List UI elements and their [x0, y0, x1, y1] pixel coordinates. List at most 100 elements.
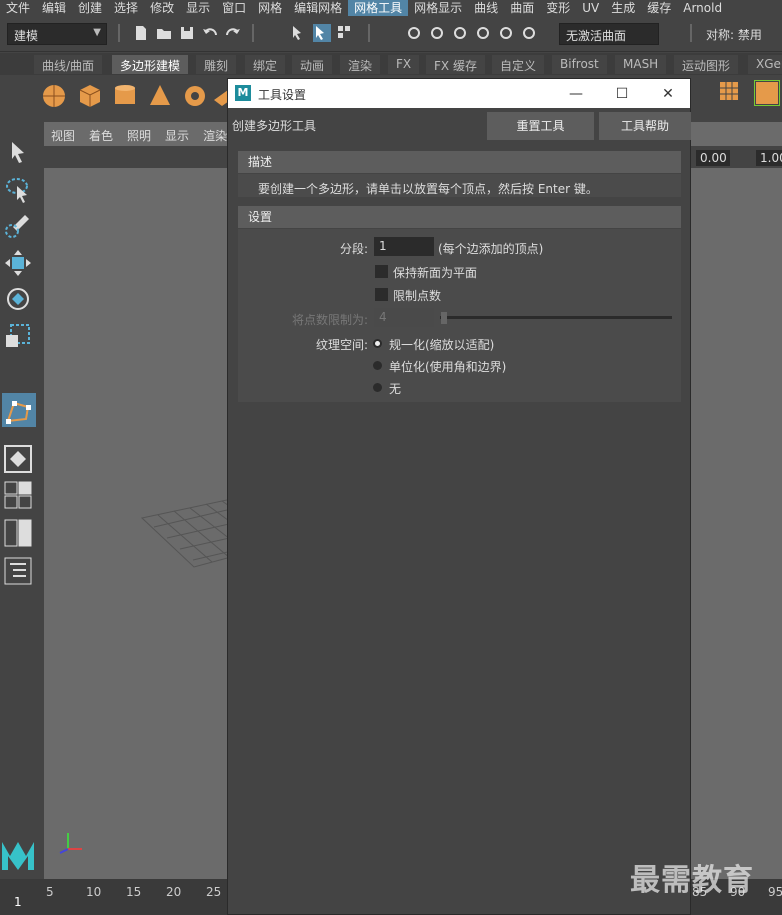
maya-logo-icon	[2, 842, 34, 870]
bridge-tool-icon[interactable]	[754, 80, 780, 106]
menu-generate[interactable]: 生成	[605, 0, 641, 16]
menu-cache[interactable]: 缓存	[641, 0, 677, 16]
shelf-tab-poly-modeling[interactable]: 多边形建模	[112, 55, 189, 74]
texture-unitize-radio[interactable]	[373, 361, 382, 370]
menu-file[interactable]: 文件	[0, 0, 36, 16]
menu-mesh-tools[interactable]: 网格工具	[348, 0, 409, 16]
menu-modify[interactable]: 修改	[144, 0, 180, 16]
layout-single-icon[interactable]	[3, 444, 33, 474]
window-title-bar[interactable]: M 工具设置 — ☐ ✕	[228, 79, 690, 108]
create-polygon-tool-icon[interactable]	[2, 393, 36, 427]
shelf-tab-bifrost[interactable]: Bifrost	[552, 55, 607, 74]
symmetry-value: 对称: 禁用	[706, 28, 762, 42]
snap-curve-icon[interactable]	[428, 24, 446, 42]
shelf-tab-rigging[interactable]: 绑定	[245, 55, 286, 74]
snap-surface-icon[interactable]	[497, 24, 515, 42]
menu-windows[interactable]: 窗口	[216, 0, 252, 16]
shelf-tab-xgen[interactable]: XGen	[748, 55, 782, 74]
poly-torus-icon[interactable]	[181, 82, 209, 110]
layout-two-icon[interactable]	[3, 518, 33, 548]
subdivisions-field[interactable]: 1	[374, 237, 434, 256]
symmetry-dropdown[interactable]: 对称: 禁用	[700, 23, 782, 45]
shelf-tab-rendering[interactable]: 渲染	[340, 55, 381, 74]
shelf-tab-custom[interactable]: 自定义	[492, 55, 545, 74]
viewport-menu-show[interactable]: 显示	[158, 126, 196, 146]
menu-deform[interactable]: 变形	[540, 0, 576, 16]
select-hierarchy-icon[interactable]	[290, 24, 308, 42]
new-scene-icon[interactable]	[132, 24, 150, 42]
select-component-icon[interactable]	[336, 24, 354, 42]
live-surface-value: 无激活曲面	[566, 29, 627, 43]
save-scene-icon[interactable]	[178, 24, 196, 42]
limit-to-field[interactable]: 4	[374, 308, 434, 327]
settings-section-header[interactable]: 设置	[238, 206, 681, 228]
maximize-button[interactable]: ☐	[599, 81, 645, 107]
shelf-tab-fx-caching[interactable]: FX 缓存	[426, 55, 485, 74]
menu-mesh[interactable]: 网格	[252, 0, 288, 16]
shelf-tab-curves[interactable]: 曲线/曲面	[34, 55, 103, 74]
menu-mesh-display[interactable]: 网格显示	[408, 0, 468, 16]
menu-curves[interactable]: 曲线	[468, 0, 504, 16]
poly-cone-icon[interactable]	[146, 82, 174, 110]
scale-tool-icon[interactable]	[3, 321, 33, 351]
snap-view-icon[interactable]	[474, 24, 492, 42]
minimize-button[interactable]: —	[553, 81, 599, 107]
close-button[interactable]: ✕	[645, 81, 691, 107]
viewport-menu-view[interactable]: 视图	[44, 126, 82, 146]
status-separator	[252, 24, 254, 42]
tool-help-button[interactable]: 工具帮助	[599, 112, 691, 140]
limit-to-slider[interactable]	[440, 316, 672, 319]
poly-cylinder-icon[interactable]	[111, 82, 139, 110]
limit-to-label: 将点数限制为:	[291, 313, 368, 327]
snap-point-icon[interactable]	[451, 24, 469, 42]
menu-display[interactable]: 显示	[180, 0, 216, 16]
shelf-tab-mash[interactable]: MASH	[615, 55, 667, 74]
viewport-menu-lighting[interactable]: 照明	[120, 126, 158, 146]
menu-arnold[interactable]: Arnold	[677, 0, 728, 16]
menu-select[interactable]: 选择	[108, 0, 144, 16]
mode-dropdown-value: 建模	[14, 29, 39, 43]
select-tool-icon[interactable]	[3, 138, 33, 168]
snap-vertex-icon[interactable]	[520, 24, 538, 42]
lasso-tool-icon[interactable]	[3, 174, 33, 204]
menu-uv[interactable]: UV	[576, 0, 605, 16]
menu-edit[interactable]: 编辑	[36, 0, 72, 16]
timeline-tick: 20	[166, 885, 182, 899]
limit-points-checkbox[interactable]	[375, 288, 388, 301]
viewport-field-a[interactable]: 0.00	[696, 150, 730, 166]
menu-create[interactable]: 创建	[72, 0, 108, 16]
mode-dropdown[interactable]: 建模 ▼	[7, 23, 107, 45]
rotate-tool-icon[interactable]	[3, 284, 33, 314]
shelf-tab-animation[interactable]: 动画	[292, 55, 333, 74]
status-separator	[368, 24, 370, 42]
keep-planar-checkbox[interactable]	[375, 265, 388, 278]
texture-none-radio[interactable]	[373, 383, 382, 392]
viewport-field-b[interactable]: 1.00	[756, 150, 782, 166]
select-object-icon[interactable]	[313, 24, 331, 42]
viewport-menu-shading[interactable]: 着色	[82, 126, 120, 146]
limit-to-slider-handle[interactable]	[441, 312, 447, 324]
shelf-tab-sculpting[interactable]: 雕刻	[196, 55, 237, 74]
move-tool-icon[interactable]	[3, 248, 33, 278]
open-scene-icon[interactable]	[155, 24, 173, 42]
poly-sphere-icon[interactable]	[40, 82, 68, 110]
paint-select-icon[interactable]	[3, 211, 33, 241]
undo-icon[interactable]	[201, 24, 219, 42]
menu-edit-mesh[interactable]: 编辑网格	[288, 0, 348, 16]
grid-tool-icon[interactable]	[718, 80, 740, 102]
redo-icon[interactable]	[224, 24, 242, 42]
shelf-tab-motion-graphics[interactable]: 运动图形	[674, 55, 739, 74]
texture-normalize-radio[interactable]	[373, 339, 382, 348]
reset-tool-button[interactable]: 重置工具	[487, 112, 594, 140]
outliner-layout-icon[interactable]	[3, 556, 33, 586]
timeline-tick: 15	[126, 885, 142, 899]
snap-grid-icon[interactable]	[405, 24, 423, 42]
menu-surfaces[interactable]: 曲面	[504, 0, 540, 16]
poly-cube-icon[interactable]	[76, 82, 104, 110]
subdivisions-hint: (每个边添加的顶点)	[438, 242, 544, 256]
window-title: 工具设置	[258, 88, 307, 102]
shelf-tab-fx[interactable]: FX	[388, 55, 420, 74]
live-surface-field[interactable]: 无激活曲面	[559, 23, 659, 45]
description-section-header[interactable]: 描述	[238, 151, 681, 173]
layout-four-icon[interactable]	[3, 480, 33, 510]
